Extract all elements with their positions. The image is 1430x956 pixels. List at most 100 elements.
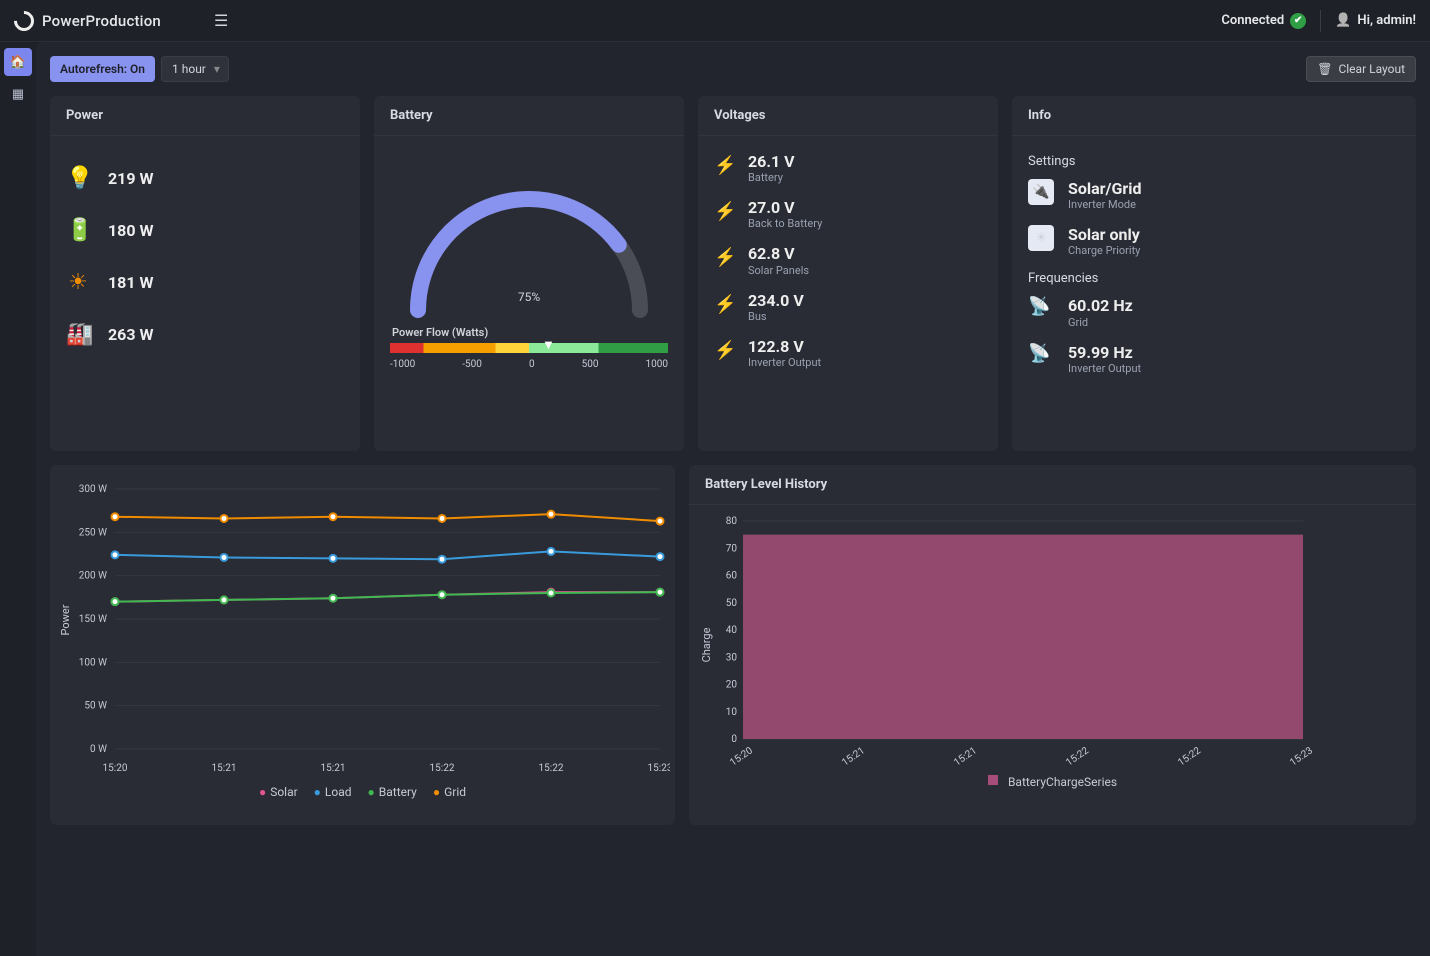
clear-layout-label: Clear Layout <box>1338 62 1405 76</box>
powerflow-label: Power Flow (Watts) <box>392 326 488 339</box>
svg-text:15:20: 15:20 <box>103 763 128 774</box>
svg-text:50: 50 <box>726 598 738 609</box>
brand: PowerProduction <box>14 11 214 31</box>
power-chart-ylabel: Power <box>59 605 72 636</box>
svg-text:15:22: 15:22 <box>539 763 564 774</box>
power-solar-value: 181 W <box>108 273 154 292</box>
connected-check-icon <box>1290 13 1306 29</box>
range-select[interactable]: 1 hour <box>161 56 229 82</box>
brand-icon <box>10 6 38 34</box>
user-icon <box>1335 13 1351 28</box>
svg-text:15:23: 15:23 <box>1288 745 1313 765</box>
powerflow-ticks: -1000 -500 0 500 1000 <box>390 359 668 370</box>
bolt-icon: ⚡ <box>714 201 734 222</box>
svg-text:15:22: 15:22 <box>1176 745 1203 765</box>
power-row-solar: ☀ 181 W <box>66 256 344 308</box>
svg-text:15:20: 15:20 <box>728 745 755 765</box>
power-row-grid: 🏭 263 W <box>66 308 344 360</box>
history-chart: 0 10 20 30 40 50 60 70 80 15:20 15:21 15:21 15:22 15:… <box>703 515 1313 765</box>
card-battery: Battery 75% Power Flow (Watts) ▼ -1000 -… <box>374 96 684 451</box>
clear-layout-button[interactable]: 🗑 Clear Layout <box>1306 56 1416 82</box>
card-voltages-title: Voltages <box>698 96 998 136</box>
card-power-chart: Power 0 W 50 W 100 W 150 W 200 W 250 W 300 W 15… <box>50 465 675 825</box>
divider <box>1320 10 1321 32</box>
bulb-icon: 💡 <box>66 166 90 191</box>
svg-text:30: 30 <box>726 652 738 663</box>
svg-text:0: 0 <box>731 734 737 745</box>
card-power: Power 💡 219 W 🔋 180 W ☀ 181 W 🏭 263 W <box>50 96 360 451</box>
info-settings-label: Settings <box>1028 154 1400 169</box>
info-freq-label: Frequencies <box>1028 271 1400 286</box>
priority-icon: ☀ <box>1028 225 1054 251</box>
svg-text:15:21: 15:21 <box>212 763 237 774</box>
greeting-text: Hi, admin! <box>1357 13 1416 28</box>
svg-text:10: 10 <box>726 707 738 718</box>
left-rail: 🏠 ▦ <box>0 42 36 956</box>
svg-text:200 W: 200 W <box>79 571 107 582</box>
power-battery-value: 180 W <box>108 221 154 240</box>
rail-grid-icon[interactable]: ▦ <box>4 80 32 108</box>
card-voltages: Voltages ⚡ 26.1 V Battery ⚡ 27.0 V Back … <box>698 96 998 451</box>
svg-text:40: 40 <box>726 625 738 636</box>
power-chart: 0 W 50 W 100 W 150 W 200 W 250 W 300 W 15:20 15:… <box>60 479 670 779</box>
card-info-title: Info <box>1012 96 1416 136</box>
svg-text:15:21: 15:21 <box>840 745 867 765</box>
bolt-icon: ⚡ <box>714 155 734 176</box>
svg-text:15:21: 15:21 <box>952 745 979 765</box>
svg-text:70: 70 <box>726 543 738 554</box>
info-row: 🔌 Solar/Grid Inverter Mode <box>1028 179 1400 211</box>
card-battery-title: Battery <box>374 96 684 136</box>
svg-text:250 W: 250 W <box>79 527 107 538</box>
svg-text:20: 20 <box>726 680 738 691</box>
svg-text:100 W: 100 W <box>79 657 107 668</box>
power-row-load: 💡 219 W <box>66 152 344 204</box>
card-info: Info Settings 🔌 Solar/Grid Inverter Mode… <box>1012 96 1416 451</box>
battery-gauge: 75% Power Flow (Watts) ▼ -1000 -500 0 50… <box>390 152 668 376</box>
trash-icon: 🗑 <box>1317 62 1332 76</box>
voltage-row: ⚡ 62.8 V Solar Panels <box>714 244 982 276</box>
power-grid-value: 263 W <box>108 325 154 344</box>
battery-icon: 🔋 <box>66 218 90 243</box>
freq-row: 📡 59.99 Hz Inverter Output <box>1028 343 1400 375</box>
info-row: ☀ Solar only Charge Priority <box>1028 225 1400 257</box>
svg-text:50 W: 50 W <box>84 701 107 712</box>
connection-status: Connected <box>1221 13 1306 29</box>
satellite-icon: 📡 <box>1028 296 1054 317</box>
autorefresh-label: Autorefresh: On <box>60 62 145 76</box>
powerflow-marker: ▼ <box>542 337 555 353</box>
bolt-icon: ⚡ <box>714 247 734 268</box>
user-greeting[interactable]: Hi, admin! <box>1335 13 1416 28</box>
svg-text:80: 80 <box>726 516 738 527</box>
voltage-row: ⚡ 122.8 V Inverter Output <box>714 337 982 369</box>
power-row-battery: 🔋 180 W <box>66 204 344 256</box>
svg-text:15:22: 15:22 <box>1064 745 1091 765</box>
range-value: 1 hour <box>172 62 206 76</box>
svg-text:150 W: 150 W <box>79 614 107 625</box>
freq-row: 📡 60.02 Hz Grid <box>1028 296 1400 328</box>
autorefresh-button[interactable]: Autorefresh: On <box>50 56 155 82</box>
svg-text:0 W: 0 W <box>90 744 107 755</box>
battery-percent: 75% <box>518 290 540 304</box>
history-legend-swatch <box>988 775 998 785</box>
connection-label: Connected <box>1221 13 1284 28</box>
sun-icon: ☀ <box>66 270 90 295</box>
mode-icon: 🔌 <box>1028 179 1054 205</box>
toolbar: Autorefresh: On 1 hour 🗑 Clear Layout <box>50 56 1416 82</box>
factory-icon: 🏭 <box>66 322 90 347</box>
svg-text:15:23: 15:23 <box>648 763 670 774</box>
powerflow-bar: ▼ <box>390 343 668 353</box>
svg-text:300 W: 300 W <box>79 484 107 495</box>
battery-history-title: Battery Level History <box>689 465 1416 505</box>
voltage-row: ⚡ 234.0 V Bus <box>714 291 982 323</box>
history-ylabel: Charge <box>700 628 713 663</box>
card-power-title: Power <box>50 96 360 136</box>
bolt-icon: ⚡ <box>714 340 734 361</box>
card-battery-history: Battery Level History Charge 0 10 20 30 40 50… <box>689 465 1416 825</box>
history-legend: BatteryChargeSeries <box>703 775 1402 789</box>
hamburger-icon[interactable]: ☰ <box>214 11 228 30</box>
main: Autorefresh: On 1 hour 🗑 Clear Layout Po… <box>36 42 1430 956</box>
rail-home-icon[interactable]: 🏠 <box>4 48 32 76</box>
svg-text:60: 60 <box>726 571 738 582</box>
brand-name: PowerProduction <box>42 12 161 30</box>
voltage-row: ⚡ 26.1 V Battery <box>714 152 982 184</box>
